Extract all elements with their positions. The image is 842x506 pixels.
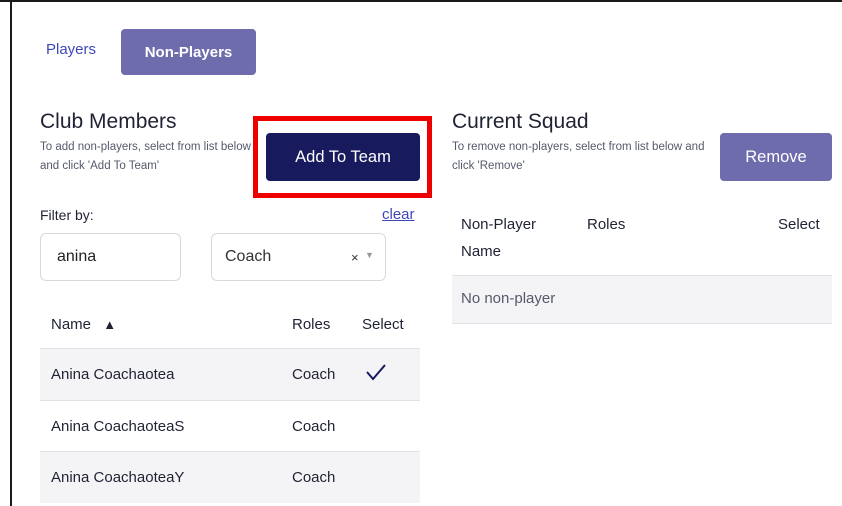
current-squad-hint: To remove non-players, select from list …	[452, 141, 705, 172]
clear-role-icon[interactable]: ×	[351, 250, 359, 265]
table-row[interactable]: Anina CoachaoteaS Coach	[40, 400, 420, 452]
member-role: Coach	[292, 418, 336, 435]
member-search-input[interactable]	[40, 233, 181, 281]
club-members-hint: To add non-players, select from list bel…	[40, 141, 251, 172]
squad-column-header-roles: Roles	[587, 216, 626, 233]
role-filter-select[interactable]: Coach × ▼	[211, 233, 386, 281]
role-filter-value: Coach	[225, 248, 272, 265]
squad-empty-text: No non-player	[461, 290, 556, 307]
tab-non-players[interactable]: Non-Players	[121, 29, 256, 75]
add-to-team-button[interactable]: Add To Team	[266, 133, 420, 181]
member-name: Anina Coachaotea	[51, 366, 175, 383]
chevron-down-icon[interactable]: ▼	[365, 250, 374, 260]
member-role: Coach	[292, 366, 336, 383]
filter-label: Filter by:	[40, 207, 94, 223]
table-row[interactable]: Anina CoachaoteaY Coach	[40, 451, 420, 503]
squad-column-header-name-line2: Name	[461, 243, 502, 260]
column-header-select: Select	[362, 316, 404, 333]
member-name: Anina CoachaoteaS	[51, 418, 185, 435]
column-header-name-label: Name	[51, 316, 92, 333]
tab-players[interactable]: Players	[46, 41, 96, 58]
club-members-title: Club Members	[40, 110, 177, 133]
clear-filter-link[interactable]: clear	[382, 206, 415, 223]
squad-column-header-name: Non-Player	[461, 216, 537, 233]
squad-empty-row: No non-player	[452, 275, 832, 324]
member-role: Coach	[292, 469, 336, 486]
member-name: Anina CoachaoteaY	[51, 469, 185, 486]
checkmark-icon[interactable]	[365, 361, 387, 387]
screenshot-frame-top	[0, 0, 842, 2]
column-header-roles: Roles	[292, 316, 331, 333]
screenshot-frame-left	[10, 0, 12, 506]
current-squad-title: Current Squad	[452, 110, 589, 133]
sort-ascending-icon: ▲	[103, 317, 117, 332]
remove-button[interactable]: Remove	[720, 133, 832, 181]
squad-column-header-select: Select	[778, 216, 820, 233]
column-header-name[interactable]: Name ▲	[51, 316, 116, 333]
table-row[interactable]: Anina Coachaotea Coach	[40, 348, 420, 400]
